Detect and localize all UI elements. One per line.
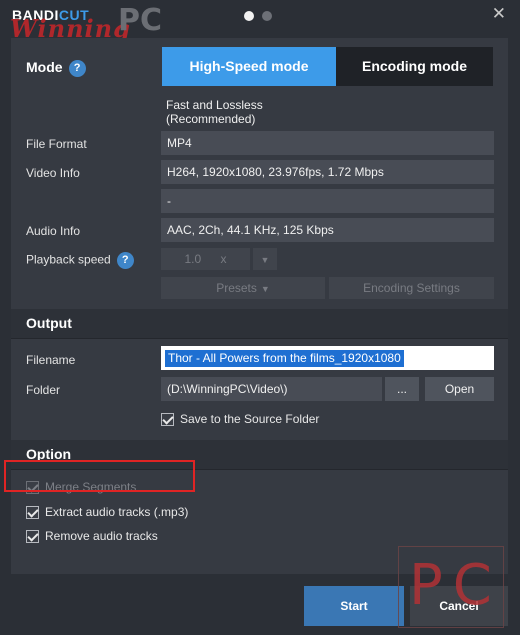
browse-button[interactable]: ...	[385, 377, 419, 401]
video-extra-field: -	[161, 189, 494, 213]
chevron-down-icon: ▼	[260, 255, 270, 265]
page-indicator	[244, 11, 272, 21]
playback-speed-unit: x	[220, 252, 227, 266]
remove-audio-label: Remove audio tracks	[45, 529, 158, 543]
settings-panel: Mode? High-Speed mode Encoding mode Fast…	[11, 38, 508, 574]
mode-row: Mode?	[26, 59, 86, 77]
close-icon[interactable]: ✕	[492, 4, 506, 24]
save-source-label: Save to the Source Folder	[180, 412, 320, 426]
title-bar: BANDICUT Winning PC ✕	[0, 0, 520, 43]
output-section-header: Output	[11, 309, 508, 339]
pc-watermark-logo: PC	[398, 546, 504, 628]
playback-speed-row: Playback speed?	[26, 252, 134, 269]
video-info-label: Video Info	[26, 166, 80, 180]
filename-input[interactable]: Thor - All Powers from the films_1920x10…	[161, 346, 494, 370]
file-format-field: MP4	[161, 131, 494, 155]
checkbox-checked-icon	[161, 412, 174, 426]
filename-value: Thor - All Powers from the films_1920x10…	[165, 350, 404, 367]
remove-audio-checkbox[interactable]: Remove audio tracks	[26, 529, 158, 543]
audio-info-label: Audio Info	[26, 224, 81, 238]
page-dot-inactive[interactable]	[262, 11, 272, 21]
playback-speed-select[interactable]: 1.0 x	[161, 248, 250, 270]
playback-speed-help-icon[interactable]: ?	[116, 252, 134, 269]
extract-audio-label: Extract audio tracks (.mp3)	[45, 505, 189, 519]
encoding-mode-button[interactable]: Encoding mode	[336, 47, 493, 86]
mode-label: Mode	[26, 59, 63, 75]
encoding-settings-button[interactable]: Encoding Settings	[329, 277, 494, 299]
checkbox-checked-icon	[26, 505, 39, 519]
mode-help-icon[interactable]: ?	[68, 59, 86, 77]
page-dot-active[interactable]	[244, 11, 254, 21]
playback-speed-value: 1.0	[184, 252, 202, 266]
start-button[interactable]: Start	[304, 586, 404, 626]
video-info-field: H264, 1920x1080, 23.976fps, 1.72 Mbps	[161, 160, 494, 184]
output-title: Output	[26, 315, 72, 331]
pc-watermark-top: PC	[118, 3, 163, 38]
folder-label: Folder	[26, 383, 61, 397]
mode-description: Fast and Lossless (Recommended)	[166, 98, 263, 126]
playback-speed-label: Playback speed	[26, 252, 111, 267]
open-button[interactable]: Open	[425, 377, 494, 401]
presets-label: Presets	[216, 281, 257, 295]
checkbox-checked-icon	[26, 529, 39, 543]
chevron-down-icon: ▼	[260, 284, 270, 294]
high-speed-mode-button[interactable]: High-Speed mode	[162, 47, 336, 86]
extract-audio-checkbox[interactable]: Extract audio tracks (.mp3)	[26, 505, 188, 519]
file-format-label: File Format	[26, 137, 87, 151]
folder-field[interactable]: (D:\WinningPC\Video\)	[161, 377, 382, 401]
audio-info-field: AAC, 2Ch, 44.1 KHz, 125 Kbps	[161, 218, 494, 242]
highlight-box	[4, 460, 195, 492]
filename-label: Filename	[26, 353, 76, 367]
save-source-checkbox[interactable]: Save to the Source Folder	[161, 412, 319, 426]
presets-button[interactable]: Presets ▼	[161, 277, 325, 299]
playback-speed-dropdown[interactable]: ▼	[253, 248, 277, 270]
